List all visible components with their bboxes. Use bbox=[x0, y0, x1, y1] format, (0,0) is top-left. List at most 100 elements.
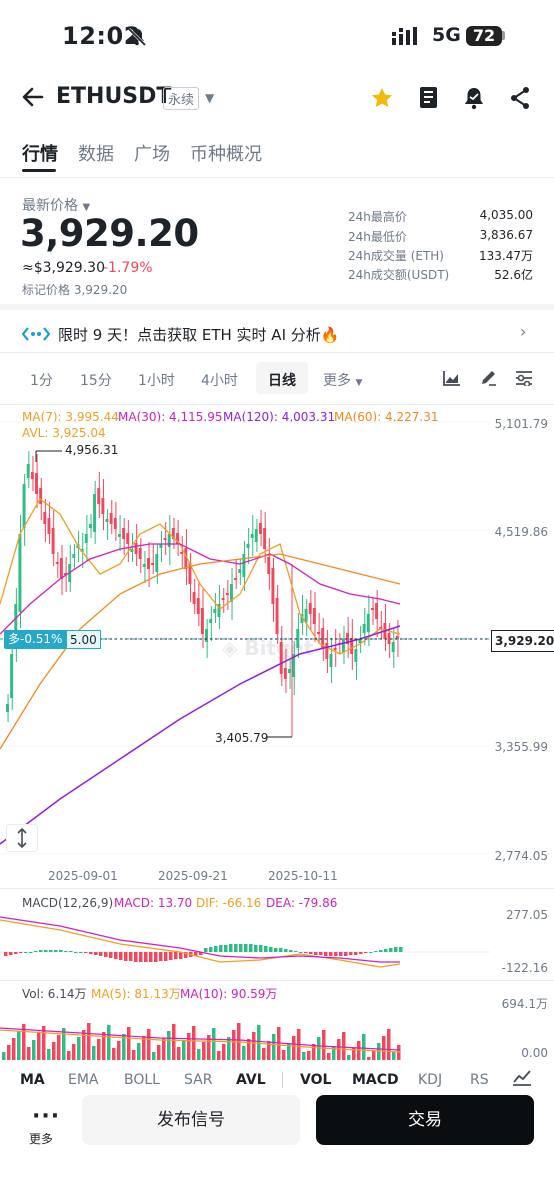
position-value[interactable]: 5.00 bbox=[66, 630, 101, 649]
interval-1h[interactable]: 1小时 bbox=[138, 370, 175, 390]
draw-pen-icon[interactable] bbox=[479, 369, 497, 387]
macd-bar bbox=[224, 945, 228, 952]
volume-bar bbox=[72, 1044, 76, 1060]
symbol-dropdown-icon[interactable]: ▼ bbox=[205, 91, 214, 105]
indicator-settings-icon[interactable] bbox=[515, 370, 533, 386]
vol-y-top: 694.1万 bbox=[501, 997, 548, 1011]
book-icon[interactable] bbox=[418, 86, 440, 110]
candle-body bbox=[130, 549, 134, 552]
last-price: 3,929.20 bbox=[20, 212, 199, 255]
macd-bar bbox=[374, 951, 378, 952]
candle-body bbox=[304, 609, 308, 622]
position-tag[interactable]: 多-0.51% bbox=[4, 630, 67, 649]
share-icon[interactable] bbox=[509, 86, 531, 110]
candle-body bbox=[362, 624, 366, 633]
chevron-right-icon: › bbox=[520, 322, 527, 341]
macd-y-bottom: -122.16 bbox=[501, 961, 548, 975]
y-tick-4: 2,774.05 bbox=[494, 849, 548, 863]
indicator-chart-icon[interactable] bbox=[512, 1070, 532, 1086]
tab-market[interactable]: 行情 bbox=[22, 140, 58, 166]
macd-bar bbox=[174, 952, 178, 959]
macd-bar bbox=[144, 952, 148, 962]
indicator-macd[interactable]: MACD bbox=[352, 1072, 399, 1088]
candle-body bbox=[126, 533, 130, 544]
expand-vertical-icon[interactable] bbox=[6, 824, 38, 852]
volume-bar bbox=[32, 1040, 36, 1060]
volume-bar bbox=[12, 1038, 16, 1060]
interval-1m[interactable]: 1分 bbox=[30, 370, 53, 390]
candle-body bbox=[167, 534, 171, 547]
section-divider bbox=[0, 304, 554, 310]
volume-bar bbox=[7, 1045, 11, 1060]
back-arrow-icon[interactable] bbox=[20, 84, 46, 110]
volume-bar bbox=[177, 1047, 181, 1060]
interval-1d[interactable]: 日线 bbox=[268, 370, 296, 390]
interval-15m[interactable]: 15分 bbox=[80, 370, 112, 390]
tab-square[interactable]: 广场 bbox=[134, 140, 170, 166]
candle-body bbox=[317, 632, 320, 634]
macd-bar bbox=[114, 952, 118, 959]
interval-4h[interactable]: 4小时 bbox=[201, 370, 238, 390]
macd-bar bbox=[314, 952, 318, 955]
volume-chart bbox=[0, 1023, 401, 1060]
more-dots-icon[interactable]: ··· bbox=[32, 1104, 60, 1129]
volume-bar bbox=[87, 1023, 91, 1060]
ma30-line bbox=[0, 543, 401, 635]
chart-type-icon[interactable] bbox=[443, 370, 461, 386]
volume-bar bbox=[167, 1031, 171, 1060]
indicator-kdj[interactable]: KDJ bbox=[418, 1072, 442, 1088]
macd-bar bbox=[59, 950, 63, 952]
volume-bar bbox=[202, 1042, 206, 1060]
candle-body bbox=[22, 484, 26, 528]
macd-bar bbox=[299, 952, 303, 953]
macd-bar bbox=[44, 950, 48, 952]
candle-body bbox=[155, 554, 159, 572]
volume-bar bbox=[132, 1050, 136, 1060]
high-annotation: 4,956.31 bbox=[65, 443, 119, 457]
candle-body bbox=[147, 558, 150, 569]
post-signal-button[interactable]: 发布信号 bbox=[82, 1095, 300, 1145]
indicator-ema[interactable]: EMA bbox=[68, 1072, 99, 1088]
indicator-boll[interactable]: BOLL bbox=[124, 1072, 160, 1088]
trade-button[interactable]: 交易 bbox=[316, 1095, 534, 1145]
candle-body bbox=[196, 598, 200, 614]
candle-body bbox=[93, 494, 97, 532]
macd-bar bbox=[74, 952, 78, 953]
candle-body bbox=[333, 648, 337, 650]
current-price-tag: 3,929.20 bbox=[491, 630, 554, 652]
indicator-sar[interactable]: SAR bbox=[184, 1072, 212, 1088]
tab-data[interactable]: 数据 bbox=[78, 140, 114, 166]
indicator-rsi[interactable]: RS bbox=[470, 1072, 489, 1088]
macd-bar bbox=[39, 950, 43, 952]
indicator-ma[interactable]: MA bbox=[20, 1072, 45, 1088]
macd-bar bbox=[294, 951, 298, 952]
macd-bar bbox=[89, 952, 93, 954]
stat-volume-value: 133.47万 bbox=[479, 249, 533, 263]
macd-bar bbox=[154, 952, 158, 962]
macd-bar bbox=[4, 952, 8, 956]
volume-bar bbox=[347, 1055, 351, 1060]
alert-bell-icon[interactable] bbox=[463, 86, 485, 110]
candle-body bbox=[370, 608, 374, 610]
macd-bar bbox=[319, 952, 323, 955]
interval-more[interactable]: 更多 ▼ bbox=[323, 370, 362, 390]
indicator-avl[interactable]: AVL bbox=[236, 1072, 266, 1088]
volume-bar bbox=[307, 1051, 311, 1060]
symbol-title[interactable]: ETHUSDT bbox=[56, 84, 171, 109]
signal-icon bbox=[392, 27, 417, 45]
candle-body bbox=[213, 609, 217, 613]
tab-coin-info[interactable]: 币种概况 bbox=[190, 140, 262, 166]
low-annotation: 3,405.79 bbox=[215, 731, 269, 745]
macd-bar bbox=[279, 948, 283, 952]
candle-body bbox=[366, 614, 370, 632]
volume-bar bbox=[262, 1048, 266, 1060]
indicator-vol[interactable]: VOL bbox=[300, 1072, 331, 1088]
tabs-divider bbox=[0, 177, 554, 178]
candle-body bbox=[6, 704, 9, 712]
candles-group bbox=[6, 451, 399, 737]
macd-chart bbox=[0, 916, 490, 968]
star-icon[interactable] bbox=[370, 86, 394, 110]
macd-bar bbox=[394, 947, 398, 952]
volume-bar bbox=[152, 1052, 156, 1060]
more-label[interactable]: 更多 bbox=[29, 1130, 53, 1147]
